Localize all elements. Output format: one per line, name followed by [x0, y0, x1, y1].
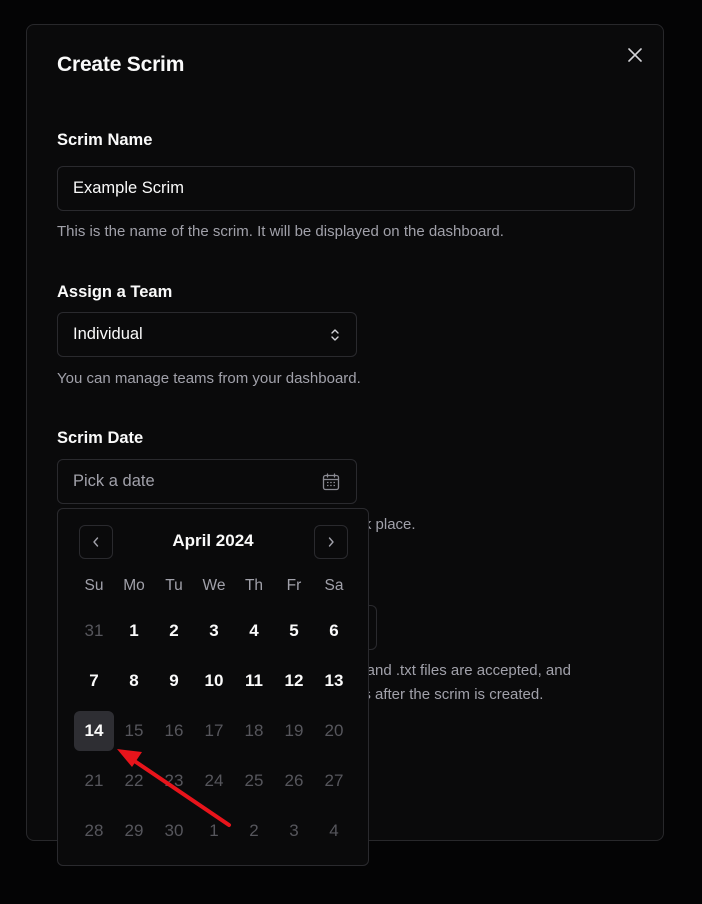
calendar-day[interactable]: 26 [274, 761, 314, 801]
calendar-day[interactable]: 24 [194, 761, 234, 801]
calendar-day[interactable]: 29 [114, 811, 154, 851]
weekday-label: Th [244, 577, 264, 594]
upload-help-line2: ps after the scrim is created. [355, 686, 544, 703]
team-select-value: Individual [73, 325, 143, 343]
upload-help-line1: x and .txt files are accepted, and [355, 662, 571, 679]
calendar-day[interactable]: 6 [314, 611, 354, 651]
calendar-day[interactable]: 11 [234, 661, 274, 701]
calendar-day[interactable]: 10 [194, 661, 234, 701]
date-picker-popover: April 2024 Su Mo Tu We Th Fr Sa 31 1 2 3 4 5 6… [57, 508, 369, 866]
calendar-day[interactable]: 5 [274, 611, 314, 651]
scrim-name-label: Scrim Name [57, 131, 153, 149]
calendar-day[interactable]: 21 [74, 761, 114, 801]
calendar-day[interactable]: 28 [74, 811, 114, 851]
scrim-name-input[interactable]: Example Scrim [57, 166, 635, 211]
calendar-day[interactable]: 13 [314, 661, 354, 701]
calendar-day[interactable]: 19 [274, 711, 314, 751]
calendar-day[interactable]: 1 [114, 611, 154, 651]
weekday-label: Fr [286, 577, 302, 594]
close-button[interactable] [625, 45, 645, 65]
calendar-day[interactable]: 3 [274, 811, 314, 851]
weekday-label: Mo [123, 577, 145, 594]
calendar-day[interactable]: 7 [74, 661, 114, 701]
scrim-date-picker-button[interactable]: Pick a date [57, 459, 357, 504]
calendar-day[interactable]: 31 [74, 611, 114, 651]
dialog-title: Create Scrim [57, 53, 185, 76]
weekday-label: Su [84, 577, 104, 594]
calendar-day[interactable]: 17 [194, 711, 234, 751]
scrim-name-help: This is the name of the scrim. It will b… [57, 223, 504, 240]
calendar-day-grid: 31 1 2 3 4 5 6 7 8 9 10 11 12 13 14 15 16 17 18 19 20 21 22 23 2… [74, 611, 354, 861]
weekday-label: We [202, 577, 226, 594]
calendar-day[interactable]: 16 [154, 711, 194, 751]
calendar-day[interactable]: 20 [314, 711, 354, 751]
calendar-day[interactable]: 30 [154, 811, 194, 851]
calendar-day[interactable]: 4 [234, 611, 274, 651]
scrim-date-placeholder: Pick a date [73, 472, 155, 490]
scrim-date-label: Scrim Date [57, 429, 144, 447]
calendar-weekdays: Su Mo Tu We Th Fr Sa [74, 577, 354, 595]
calendar-day[interactable]: 23 [154, 761, 194, 801]
chevron-right-icon [328, 537, 334, 547]
team-select[interactable]: Individual [57, 312, 357, 357]
calendar-day[interactable]: 12 [274, 661, 314, 701]
calendar-day[interactable]: 25 [234, 761, 274, 801]
calendar-day[interactable]: 9 [154, 661, 194, 701]
calendar-day[interactable]: 8 [114, 661, 154, 701]
calendar-day[interactable]: 2 [234, 811, 274, 851]
calendar-day[interactable]: 3 [194, 611, 234, 651]
calendar-day-selected[interactable]: 14 [74, 711, 114, 751]
next-month-button[interactable] [314, 525, 348, 559]
chevron-up-down-icon [330, 328, 340, 342]
calendar-day[interactable]: 18 [234, 711, 274, 751]
weekday-label: Tu [165, 577, 183, 594]
calendar-day[interactable]: 4 [314, 811, 354, 851]
calendar-day[interactable]: 15 [114, 711, 154, 751]
calendar-day[interactable]: 27 [314, 761, 354, 801]
calendar-day[interactable]: 1 [194, 811, 234, 851]
team-label: Assign a Team [57, 283, 173, 301]
calendar-day[interactable]: 22 [114, 761, 154, 801]
close-icon [628, 48, 642, 62]
team-help: You can manage teams from your dashboard… [57, 370, 361, 387]
weekday-label: Sa [324, 577, 344, 594]
scrim-name-value: Example Scrim [73, 179, 184, 197]
calendar-icon [322, 472, 340, 491]
calendar-day[interactable]: 2 [154, 611, 194, 651]
